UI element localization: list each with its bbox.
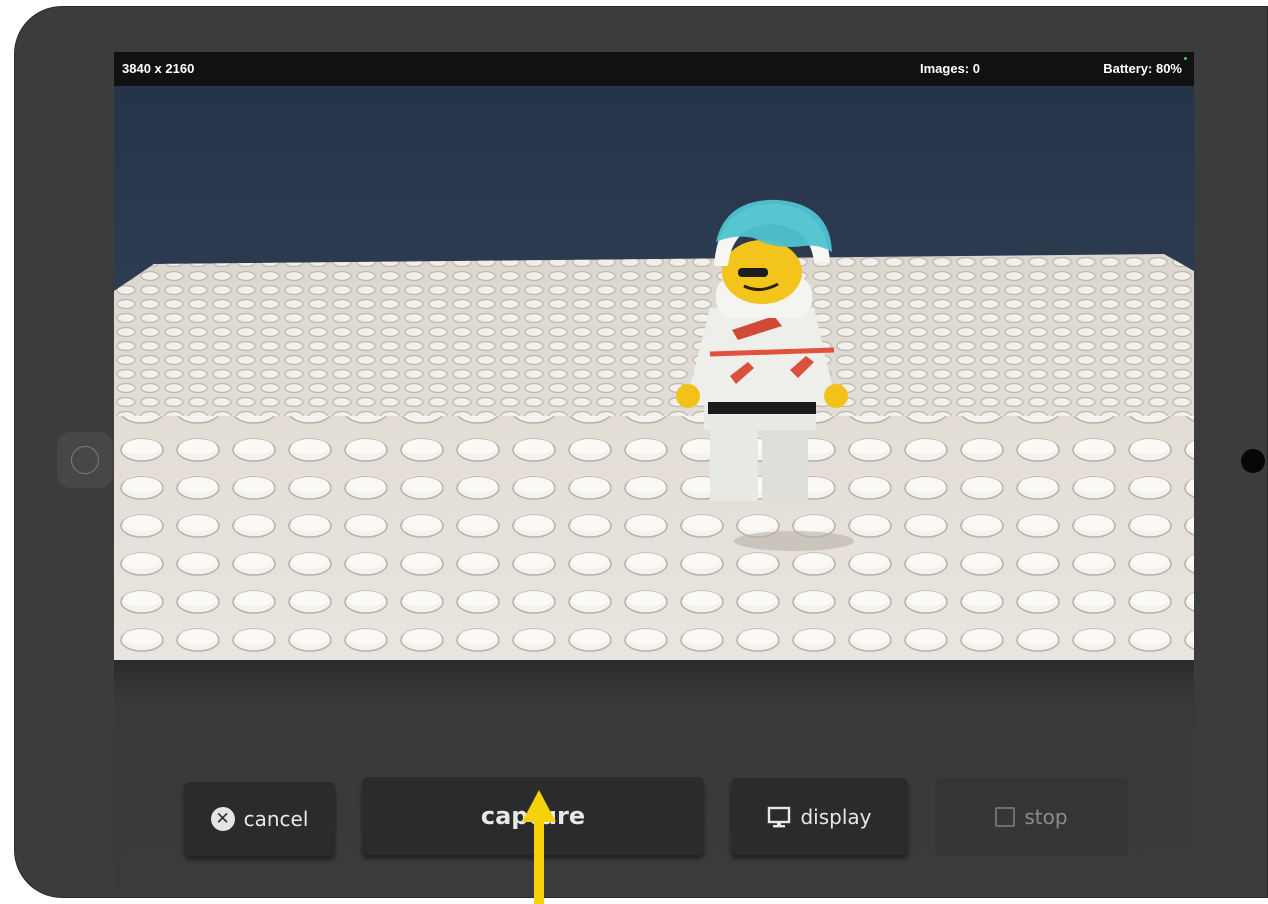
front-camera: [1241, 449, 1265, 473]
cancel-label: cancel: [243, 807, 309, 831]
battery-label: Battery: 80%: [1103, 61, 1182, 76]
x-circle-icon: ✕: [210, 807, 235, 831]
camera-preview[interactable]: [114, 86, 1194, 660]
square-icon: [995, 807, 1016, 827]
battery-indicator-dot: [1184, 57, 1187, 60]
status-bar: 3840 x 2160 Images: 0 Battery: 80%: [114, 52, 1194, 86]
stop-button[interactable]: stop: [935, 778, 1128, 856]
images-count-label: Images: 0: [920, 61, 980, 76]
arrow-up-icon: [522, 790, 556, 904]
cancel-button[interactable]: ✕ cancel: [184, 782, 335, 856]
monitor-icon: [768, 806, 791, 827]
display-button[interactable]: display: [731, 778, 908, 855]
home-button-ring: [71, 446, 99, 474]
home-button[interactable]: [57, 432, 113, 488]
control-area: ✕ cancel capture display stop: [114, 660, 1194, 890]
stop-label: stop: [1024, 805, 1068, 829]
app-screen: 3840 x 2160 Images: 0 Battery: 80% ✕ can…: [114, 52, 1194, 890]
resolution-label: 3840 x 2160: [122, 61, 195, 76]
camera-preview-image: [114, 86, 1194, 660]
display-label: display: [800, 804, 872, 829]
